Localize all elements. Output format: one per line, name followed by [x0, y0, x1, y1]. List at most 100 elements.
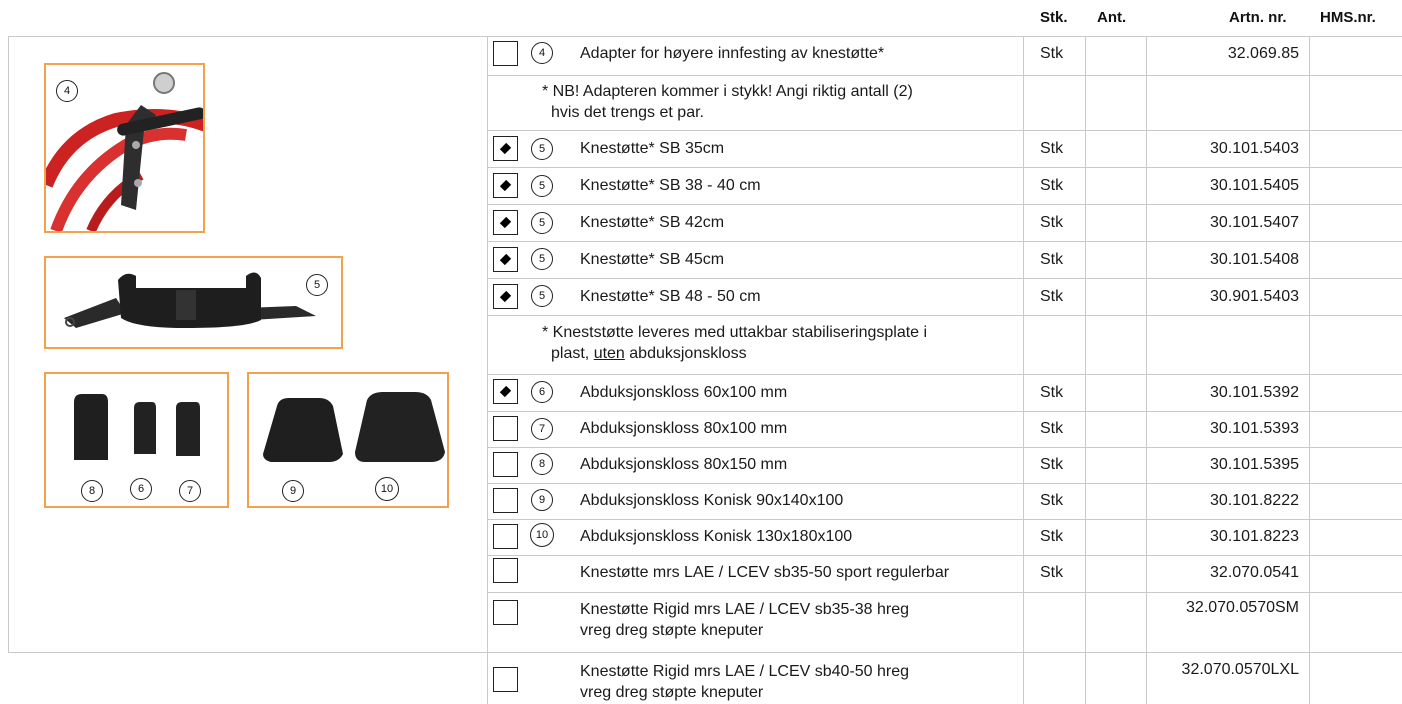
item-number-badge: 9	[531, 489, 553, 511]
item-unit: Stk	[1040, 420, 1064, 437]
item-number-badge: 7	[531, 418, 553, 440]
item-article-number: 30.101.5393	[1210, 420, 1299, 437]
item-unit: Stk	[1040, 528, 1064, 545]
order-checkbox[interactable]	[493, 284, 518, 309]
item-description: Knestøtte Rigid mrs LAE / LCEV sb40-50 h…	[580, 661, 909, 703]
item-unit: Stk	[1040, 140, 1064, 157]
order-checkbox[interactable]	[493, 379, 518, 404]
item-description: Knestøtte* SB 45cm	[580, 251, 725, 268]
diamond-mark-icon	[499, 253, 512, 266]
table-row: 8 Abduksjonskloss 80x150 mm Stk 30.101.5…	[487, 447, 1402, 483]
table-row: 10 Abduksjonskloss Konisk 130x180x100 St…	[487, 519, 1402, 555]
note-row: * Kneststøtte leveres med uttakbar stabi…	[487, 315, 1402, 374]
order-checkbox[interactable]	[493, 488, 518, 513]
order-checkbox[interactable]	[493, 41, 518, 66]
order-checkbox[interactable]	[493, 558, 518, 583]
item-article-number: 30.101.5405	[1210, 177, 1299, 194]
item-article-number: 32.070.0541	[1210, 564, 1299, 581]
knee-adapter-photo: 4	[44, 63, 205, 233]
knee-pad-illustration	[64, 272, 316, 328]
order-checkbox[interactable]	[493, 173, 518, 198]
photo-number-9: 9	[282, 480, 304, 502]
diamond-mark-icon	[499, 385, 512, 398]
table-row: 5 Knestøtte* SB 38 - 40 cm Stk 30.101.54…	[487, 167, 1402, 204]
diamond-mark-icon	[499, 142, 512, 155]
item-number-badge: 10	[530, 523, 554, 547]
item-article-number: 30.101.5392	[1210, 384, 1299, 401]
item-article-number: 32.070.0570LXL	[1181, 661, 1299, 678]
order-checkbox[interactable]	[493, 667, 518, 692]
table-row: 9 Abduksjonskloss Konisk 90x140x100 Stk …	[487, 483, 1402, 519]
item-article-number: 30.101.8223	[1210, 528, 1299, 545]
item-number-badge: 5	[531, 138, 553, 160]
table-row: 5 Knestøtte* SB 35cm Stk 30.101.5403	[487, 130, 1402, 167]
item-description: Knestøtte mrs LAE / LCEV sb35-50 sport r…	[580, 564, 950, 581]
order-checkbox[interactable]	[493, 524, 518, 549]
order-checkbox[interactable]	[493, 452, 518, 477]
item-number-badge: 4	[531, 42, 553, 64]
note-text-segment: plast,	[551, 345, 594, 362]
item-unit: Stk	[1040, 214, 1064, 231]
photo-number-10: 10	[375, 477, 399, 501]
item-description-line: vreg dreg støpte kneputer	[580, 622, 764, 639]
order-checkbox[interactable]	[493, 136, 518, 161]
item-article-number: 32.070.0570SM	[1186, 599, 1299, 616]
table-row: Knestøtte Rigid mrs LAE / LCEV sb40-50 h…	[487, 652, 1402, 704]
item-unit: Stk	[1040, 492, 1064, 509]
item-number-badge: 5	[531, 212, 553, 234]
item-unit: Stk	[1040, 177, 1064, 194]
item-number-badge: 5	[531, 285, 553, 307]
header-artnr: Artn. nr.	[1229, 9, 1287, 26]
item-description: Abduksjonskloss 60x100 mm	[580, 384, 788, 401]
photo-number-8: 8	[81, 480, 103, 502]
photo-number-7: 7	[179, 480, 201, 502]
item-number-badge: 8	[531, 453, 553, 475]
photo-number-5: 5	[306, 274, 328, 296]
note-underlined-text: uten	[593, 345, 625, 362]
table-row: 5 Knestøtte* SB 48 - 50 cm Stk 30.901.54…	[487, 278, 1402, 315]
item-description: Knestøtte* SB 38 - 40 cm	[580, 177, 761, 194]
note-text: * Kneststøtte leveres med uttakbar stabi…	[542, 322, 927, 364]
item-unit: Stk	[1040, 384, 1064, 401]
table-row: 5 Knestøtte* SB 42cm Stk 30.101.5407	[487, 204, 1402, 241]
table-row: Knestøtte Rigid mrs LAE / LCEV sb35-38 h…	[487, 592, 1402, 652]
note-row: * NB! Adapteren kommer i stykk! Angi rik…	[487, 75, 1402, 130]
note-line: * NB! Adapteren kommer i stykk! Angi rik…	[542, 83, 913, 100]
item-unit: Stk	[1040, 45, 1064, 62]
item-number-badge: 5	[531, 175, 553, 197]
conical-blocks-illustration	[263, 392, 445, 462]
item-article-number: 30.101.5407	[1210, 214, 1299, 231]
note-line: plast, uten abduksjonskloss	[542, 343, 927, 364]
table-row: 5 Knestøtte* SB 45cm Stk 30.101.5408	[487, 241, 1402, 278]
item-number-badge: 6	[531, 381, 553, 403]
item-unit: Stk	[1040, 456, 1064, 473]
header-ant: Ant.	[1097, 9, 1127, 26]
order-checkbox[interactable]	[493, 210, 518, 235]
table-row: 6 Abduksjonskloss 60x100 mm Stk 30.101.5…	[487, 374, 1402, 411]
item-unit: Stk	[1040, 288, 1064, 305]
item-description: Knestøtte Rigid mrs LAE / LCEV sb35-38 h…	[580, 599, 909, 641]
item-description-line: Knestøtte Rigid mrs LAE / LCEV sb35-38 h…	[580, 601, 910, 618]
note-text: * NB! Adapteren kommer i stykk! Angi rik…	[542, 81, 913, 123]
item-description: Knestøtte* SB 35cm	[580, 140, 725, 157]
item-article-number: 30.101.5408	[1210, 251, 1299, 268]
order-checkbox[interactable]	[493, 600, 518, 625]
item-unit: Stk	[1040, 251, 1064, 268]
order-checkbox[interactable]	[493, 247, 518, 272]
note-line: * Kneststøtte leveres med uttakbar stabi…	[542, 324, 928, 341]
header-stk: Stk.	[1040, 9, 1068, 26]
item-number-badge: 5	[531, 248, 553, 270]
small-blocks-photo: 8 6 7	[44, 372, 229, 508]
item-description-line: vreg dreg støpte kneputer	[580, 684, 764, 701]
table-row: Knestøtte mrs LAE / LCEV sb35-50 sport r…	[487, 555, 1402, 592]
order-checkbox[interactable]	[493, 416, 518, 441]
item-description: Abduksjonskloss Konisk 90x140x100	[580, 492, 844, 509]
item-description: Adapter for høyere innfesting av knestøt…	[580, 45, 885, 62]
table-row: 4 Adapter for høyere innfesting av knest…	[487, 36, 1402, 75]
note-text-segment: abduksjonskloss	[624, 345, 747, 362]
item-unit: Stk	[1040, 564, 1064, 581]
item-description-line: Knestøtte Rigid mrs LAE / LCEV sb40-50 h…	[580, 663, 910, 680]
note-line: hvis det trengs et par.	[551, 104, 704, 121]
photo-number-4: 4	[56, 80, 78, 102]
item-description: Knestøtte* SB 42cm	[580, 214, 725, 231]
